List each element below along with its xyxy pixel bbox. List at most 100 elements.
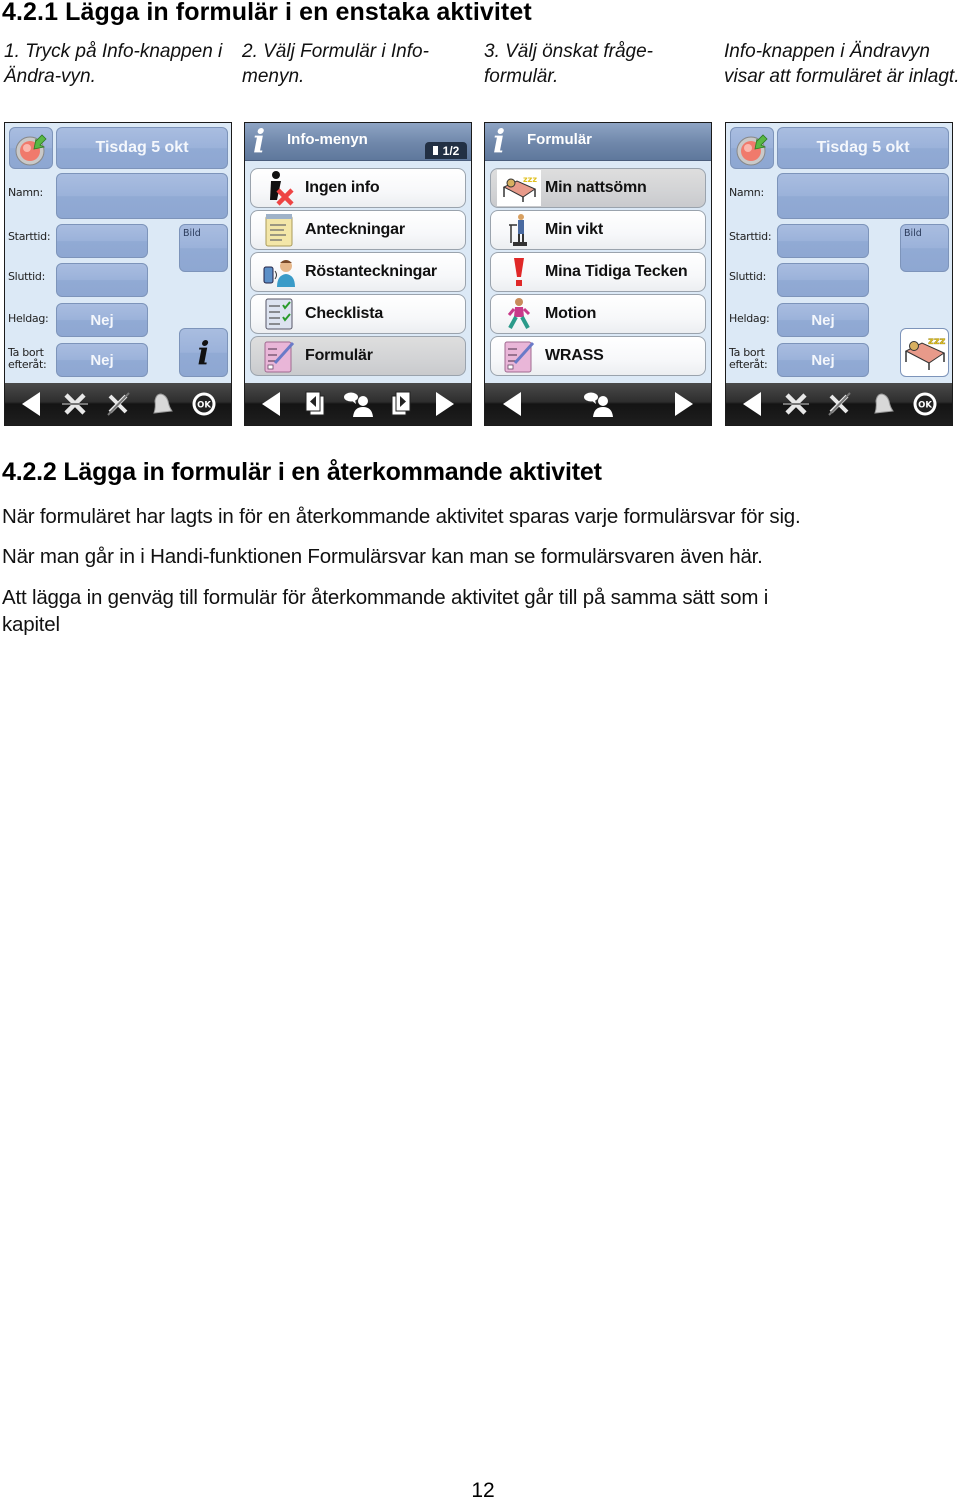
ok-button[interactable]: OK — [909, 388, 941, 420]
forward-arrow-icon — [435, 392, 454, 416]
contact-button[interactable] — [342, 388, 374, 420]
back-arrow-icon — [262, 392, 281, 416]
menu-item-label: Min nattsömn — [545, 179, 647, 196]
forward-button[interactable] — [428, 388, 460, 420]
next-page-button[interactable] — [385, 388, 417, 420]
step-caption-4: Info-knappen i Ändravyn visar att formul… — [724, 41, 960, 87]
start-time-label: Starttid: — [729, 230, 772, 243]
alarm-button[interactable] — [866, 388, 898, 420]
walking-person-icon — [497, 296, 541, 332]
back-button[interactable] — [16, 388, 48, 420]
date-title-button[interactable]: Tisdag 5 okt — [777, 127, 949, 169]
ok-icon: OK — [192, 392, 216, 416]
previous-page-icon — [305, 391, 325, 416]
name-label: Namn: — [8, 186, 43, 199]
page-indicator-text: 1/2 — [442, 143, 460, 158]
menu-item-wrass[interactable]: WRASS — [490, 336, 706, 376]
step-caption-1: 1. Tryck på Info-knappen i Ändra-vyn. — [4, 41, 223, 87]
bottom-toolbar: OK — [726, 383, 952, 425]
all-day-label: Heldag: — [729, 312, 770, 325]
cancel-button[interactable] — [102, 388, 134, 420]
start-time-field[interactable] — [56, 224, 148, 258]
svg-text:zzz: zzz — [928, 336, 946, 347]
alarm-toggle-button[interactable] — [9, 127, 53, 169]
ok-icon: OK — [913, 392, 937, 416]
remove-after-toggle[interactable]: Nej — [56, 343, 148, 377]
end-time-field[interactable] — [56, 263, 148, 297]
remove-after-label: Ta bort efteråt: — [8, 347, 47, 371]
speech-person-icon — [343, 392, 373, 417]
svg-text:OK: OK — [197, 401, 211, 411]
menu-item-checklist[interactable]: Checklista — [250, 294, 466, 334]
info-button-form-set[interactable]: zzz — [900, 328, 949, 377]
next-page-icon — [391, 391, 411, 416]
previous-page-button[interactable] — [299, 388, 331, 420]
date-title-button[interactable]: Tisdag 5 okt — [56, 127, 228, 169]
delete-icon — [62, 393, 89, 415]
name-field[interactable] — [777, 173, 949, 219]
menu-item-voice-notes[interactable]: Röstanteckningar — [250, 252, 466, 292]
forward-arrow-icon — [675, 392, 693, 416]
info-icon: i — [253, 122, 266, 160]
contact-button[interactable] — [582, 388, 614, 420]
all-day-toggle[interactable]: Nej — [56, 303, 148, 337]
back-arrow-icon — [503, 392, 521, 416]
back-button[interactable] — [256, 388, 288, 420]
alarm-bell-icon — [153, 393, 173, 414]
alarm-button[interactable] — [145, 388, 177, 420]
sleeping-bed-icon: zzz — [497, 170, 541, 206]
back-arrow-icon — [743, 392, 762, 416]
page-indicator: 1/2 — [425, 142, 467, 159]
menu-header: i Info-menyn 1/2 — [245, 123, 471, 161]
menu-item-label: Ingen info — [305, 179, 380, 196]
cancel-button[interactable] — [823, 388, 855, 420]
bottom-toolbar — [245, 383, 471, 425]
menu-item-label: Motion — [545, 305, 597, 322]
paragraph-2: När man går in i Handi-funktionen Formul… — [2, 545, 763, 568]
image-button[interactable]: Bild — [179, 224, 228, 272]
start-time-field[interactable] — [777, 224, 869, 258]
cancel-icon — [107, 392, 130, 416]
bottom-toolbar: OK — [5, 383, 231, 425]
section-heading-4-2-1: 4.2.1 Lägga in formulär i en enstaka akt… — [2, 0, 532, 26]
screenshot-info-menu: i Info-menyn 1/2 Ingen info Anteckningar… — [244, 122, 472, 426]
menu-item-label: Checklista — [305, 305, 384, 322]
delete-button[interactable] — [59, 388, 91, 420]
menu-item-my-sleep[interactable]: zzz Min nattsömn — [490, 168, 706, 208]
record-arrow-icon — [15, 134, 47, 166]
alarm-toggle-button[interactable] — [730, 127, 774, 169]
paragraph-3-line-2: kapitel — [2, 613, 60, 636]
menu-item-early-signs[interactable]: Mina Tidiga Tecken — [490, 252, 706, 292]
menu-item-no-info[interactable]: Ingen info — [250, 168, 466, 208]
menu-item-my-weight[interactable]: Min vikt — [490, 210, 706, 250]
cancel-icon — [828, 392, 851, 416]
delete-button[interactable] — [780, 388, 812, 420]
screenshot-edit-view-with-form: Tisdag 5 okt Namn: Starttid: Bild Slutti… — [725, 122, 953, 426]
voice-note-icon — [257, 254, 301, 290]
back-button[interactable] — [497, 388, 529, 420]
all-day-toggle[interactable]: Nej — [777, 303, 869, 337]
info-button[interactable]: i — [179, 328, 228, 377]
screenshot-form-menu: i Formulär zzz Min nattsömn Min vikt Min… — [484, 122, 712, 426]
end-time-field[interactable] — [777, 263, 869, 297]
menu-item-label: Formulär — [305, 347, 373, 364]
menu-item-notes[interactable]: Anteckningar — [250, 210, 466, 250]
ok-button[interactable]: OK — [188, 388, 220, 420]
menu-header: i Formulär — [485, 123, 711, 161]
forward-button[interactable] — [667, 388, 699, 420]
menu-item-form[interactable]: Formulär — [250, 336, 466, 376]
back-button[interactable] — [737, 388, 769, 420]
start-time-label: Starttid: — [8, 230, 51, 243]
menu-item-exercise[interactable]: Motion — [490, 294, 706, 334]
exclamation-icon — [497, 254, 541, 290]
bottom-toolbar — [485, 383, 711, 425]
remove-after-label: Ta bort efteråt: — [729, 347, 768, 371]
form-icon — [497, 338, 541, 374]
name-field[interactable] — [56, 173, 228, 219]
checklist-icon — [257, 296, 301, 332]
image-button[interactable]: Bild — [900, 224, 949, 272]
no-info-icon — [257, 170, 301, 206]
form-icon — [257, 338, 301, 374]
menu-item-label: Min vikt — [545, 221, 603, 238]
remove-after-toggle[interactable]: Nej — [777, 343, 869, 377]
